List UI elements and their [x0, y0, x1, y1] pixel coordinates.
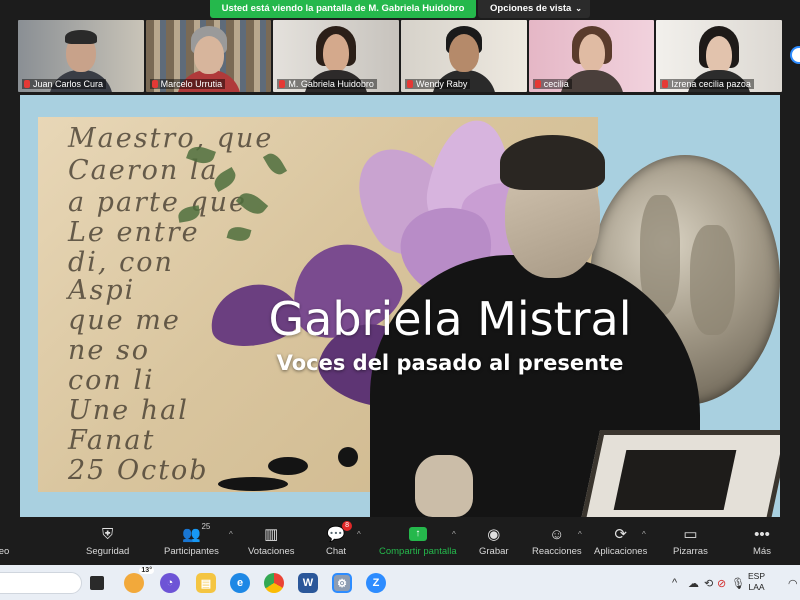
participant-name: cecilia	[532, 79, 572, 89]
chevron-up-icon[interactable]: ^	[578, 530, 582, 539]
share-screen-button[interactable]: ↑ Compartir pantalla	[379, 524, 457, 557]
chevron-up-icon[interactable]: ^	[642, 530, 646, 539]
muted-mic-icon	[24, 80, 30, 88]
participant-name: M. Gabriela Huidobro	[277, 79, 377, 89]
participant-tile[interactable]: cecilia	[528, 20, 655, 92]
edge-browser-icon[interactable]: e	[230, 573, 250, 593]
sync-icon[interactable]: ⟲	[704, 577, 713, 590]
chevron-up-icon[interactable]: ^	[672, 577, 677, 589]
zoom-app-icon[interactable]: Z	[366, 573, 386, 593]
participant-tile[interactable]: Juan Carlos Cura	[18, 20, 144, 92]
muted-mic-icon	[534, 80, 541, 88]
participant-tile[interactable]: Marcelo Urrutia	[145, 20, 272, 92]
slide-subtitle: Voces del pasado al presente	[276, 351, 624, 375]
participant-tile[interactable]: M. Gabriela Huidobro	[273, 20, 400, 92]
muted-mic-icon	[662, 80, 669, 88]
script-line: di, con	[68, 247, 174, 278]
toolbar-cut-item[interactable]: eo	[0, 524, 14, 557]
muted-mic-icon	[151, 80, 158, 88]
participants-button[interactable]: 👥 25 Participantes	[164, 522, 219, 557]
muted-mic-icon	[279, 80, 286, 88]
record-icon: ◉	[487, 526, 501, 543]
security-button[interactable]: ⛨ Seguridad	[86, 524, 129, 558]
more-button[interactable]: ••• Más	[752, 524, 772, 558]
reactions-button[interactable]: ☺ Reacciones	[532, 524, 582, 558]
apps-button[interactable]: ⟳ Aplicaciones	[594, 524, 647, 557]
participant-name: Wendy Raby	[405, 79, 471, 89]
share-screen-icon: ↑	[408, 524, 428, 544]
smiley-icon: ☺	[549, 525, 565, 543]
chrome-browser-icon[interactable]	[264, 573, 284, 593]
weather-icon[interactable]: 13°	[124, 567, 154, 593]
chat-button[interactable]: 💬 8 Chat	[326, 521, 353, 557]
share-banner: Usted está viendo la pantalla de M. Gabr…	[0, 0, 800, 18]
word-app-icon[interactable]: W	[298, 573, 318, 593]
slide-title: Gabriela Mistral	[268, 292, 632, 346]
chevron-up-icon[interactable]: ^	[229, 530, 233, 539]
record-button[interactable]: ◉ Grabar	[479, 524, 509, 557]
chevron-up-icon[interactable]: ^	[357, 530, 361, 539]
script-line: a parte que	[68, 187, 248, 218]
wifi-icon[interactable]: ◠	[788, 577, 798, 590]
participant-tile[interactable]: Wendy Raby	[401, 20, 527, 92]
taskbar-search-input[interactable]	[0, 572, 82, 594]
apps-icon: ⟳	[614, 526, 627, 543]
script-line: Fanat	[68, 425, 156, 456]
participant-name: Marcelo Urrutia	[149, 79, 226, 89]
viewing-screen-banner: Usted está viendo la pantalla de M. Gabr…	[210, 0, 476, 18]
participant-name: Juan Carlos Cura	[22, 79, 107, 89]
settings-gear-icon[interactable]: ⚙	[332, 573, 352, 593]
task-view-icon[interactable]	[90, 576, 104, 590]
chat-app-icon[interactable]: ◔	[160, 573, 180, 593]
zoom-meeting-screen: Usted está viendo la pantalla de M. Gabr…	[0, 0, 800, 600]
participant-strip: Juan Carlos Cura Marcelo Urrutia M. Gabr…	[18, 20, 783, 92]
participant-name: Izrena cecilia pazoa	[660, 79, 754, 89]
participant-tile[interactable]: Izrena cecilia pazoa	[656, 20, 783, 92]
meeting-toolbar: eo ⛨ Seguridad 👥 25 Participantes ^ ▥ Vot…	[0, 520, 800, 564]
alert-icon[interactable]: ⊘	[717, 577, 726, 590]
whiteboards-button[interactable]: ▭ Pizarras	[673, 524, 708, 557]
chat-icon: 💬 8	[326, 521, 353, 544]
script-line: Maestro, que	[68, 123, 274, 154]
cloud-icon[interactable]: ☁	[688, 577, 699, 590]
chevron-up-icon[interactable]: ^	[452, 530, 456, 539]
file-explorer-icon[interactable]: ▤	[196, 573, 216, 593]
chevron-down-icon: ⌄	[575, 4, 582, 13]
gallery-next-button[interactable]	[790, 46, 800, 64]
script-line: Une hal	[68, 395, 189, 426]
more-dots-icon: •••	[754, 525, 770, 543]
video-icon	[0, 524, 14, 544]
shield-icon: ⛨	[102, 525, 114, 543]
os-taskbar: 13° ◔ ▤ e W ⚙ Z ^ ☁ ⟲ ⊘ 🎙 ESP LAA ◠	[0, 565, 800, 600]
shared-screen-slide: Maestro, que Caeron la a parte que Le en…	[20, 95, 780, 517]
polls-button[interactable]: ▥ Votaciones	[248, 524, 294, 557]
view-options-label: Opciones de vista	[490, 3, 572, 14]
keyboard-language-indicator[interactable]: ESP LAA	[748, 571, 765, 593]
whiteboard-icon: ▭	[683, 526, 698, 543]
muted-mic-icon	[407, 80, 414, 88]
microphone-icon[interactable]: 🎙	[731, 577, 745, 590]
people-icon: 👥 25	[182, 522, 211, 543]
view-options-button[interactable]: Opciones de vista ⌄	[478, 0, 590, 18]
script-line: 25 Octob	[68, 455, 209, 486]
bar-chart-icon: ▥	[264, 526, 279, 543]
